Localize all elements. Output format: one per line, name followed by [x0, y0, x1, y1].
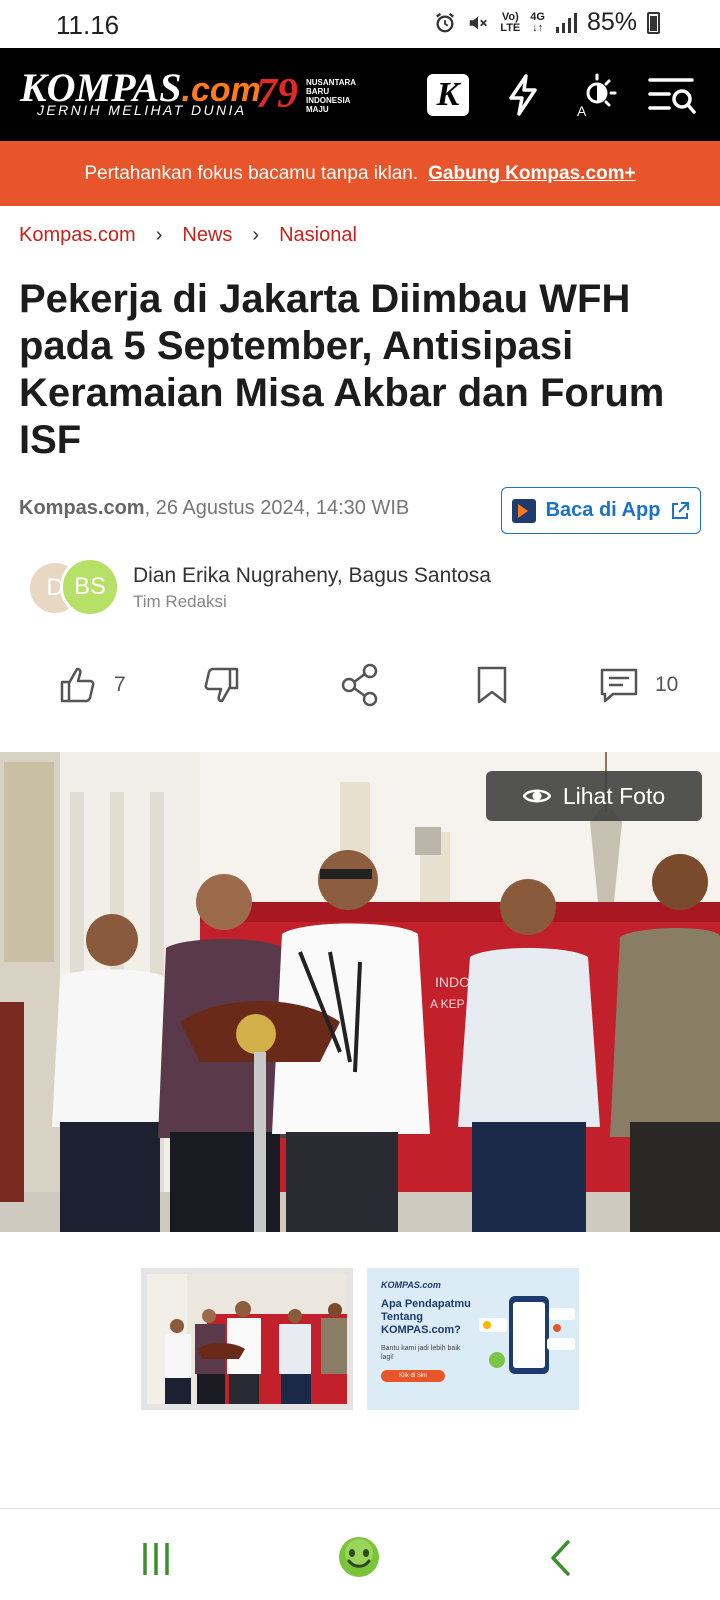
chevron-right-icon: ›: [252, 224, 260, 246]
author-names[interactable]: Dian Erika Nugraheny, Bagus Santosa: [133, 564, 491, 588]
alarm-icon: [436, 12, 455, 32]
ad-cta-button[interactable]: Klik di Sini: [381, 1370, 445, 1382]
article-date: , 26 Agustus 2024, 14:30 WIB: [144, 497, 410, 519]
breadcrumb-item-home[interactable]: Kompas.com: [19, 224, 136, 247]
breadcrumb: Kompas.com › News › Nasional: [19, 224, 357, 247]
article-title: Pekerja di Jakarta Diimbau WFH pada 5 Se…: [19, 277, 665, 462]
anniversary-text: NUSANTARA BARU INDONESIA MAJU: [306, 78, 357, 114]
home-smiley-icon[interactable]: [337, 1535, 381, 1579]
back-icon[interactable]: [548, 1539, 574, 1577]
anniversary-logo: 79: [256, 71, 298, 117]
article-meta: Kompas.com, 26 Agustus 2024, 14:30 WIB: [19, 497, 409, 520]
brightness-font-icon: A: [577, 73, 617, 118]
external-link-icon: [672, 501, 690, 519]
eye-icon: [522, 789, 551, 803]
comment-icon: [600, 668, 638, 703]
press-conference-photo: INDO A KEP: [0, 752, 720, 1232]
battery-percent: 85%: [586, 8, 637, 36]
recent-apps-icon[interactable]: [141, 1541, 171, 1577]
volte-indicator: Vo) LTE: [500, 10, 521, 34]
kompas-plus-button[interactable]: K: [418, 48, 478, 141]
read-in-app-button[interactable]: Baca di App: [501, 487, 701, 534]
mute-icon: [470, 16, 488, 29]
share-icon: [341, 663, 378, 707]
article-source: Kompas.com: [19, 497, 145, 519]
dislike-button[interactable]: [201, 660, 241, 710]
flash-news-button[interactable]: [493, 48, 553, 141]
promo-text: Pertahankan fokus bacamu tanpa iklan.: [84, 162, 419, 184]
photo-thumbnail[interactable]: [141, 1268, 353, 1410]
status-bar: 11.16 Vo) LTE 4G ↓↑ 85%: [0, 0, 720, 48]
ad-brand: KOMPAS.com: [381, 1280, 441, 1290]
view-photo-button[interactable]: Lihat Foto: [486, 771, 702, 821]
k-badge-icon: K: [427, 73, 469, 116]
chevron-right-icon: ›: [155, 224, 163, 246]
ad-subtext: Bantu kami jadi lebih baik lagi!: [381, 1345, 461, 1361]
signal-icon: [555, 12, 577, 33]
kompas-app-icon: [511, 498, 536, 523]
phone-survey-illustration: [479, 1296, 575, 1374]
bookmark-button[interactable]: [474, 660, 510, 710]
author-avatar-2[interactable]: BS: [60, 557, 120, 617]
press-conference-thumbnail: [147, 1274, 347, 1404]
survey-ad-thumbnail[interactable]: KOMPAS.com Apa Pendapatmu Tentang KOMPAS…: [367, 1268, 579, 1410]
breadcrumb-item-nasional[interactable]: Nasional: [279, 224, 357, 247]
battery-icon: [647, 11, 660, 34]
share-button[interactable]: [340, 660, 380, 710]
menu-search-button[interactable]: [642, 48, 702, 141]
site-header: KOMPAS.com JERNIH MELIHAT DUNIA 79 NUSAN…: [0, 48, 720, 141]
join-kompas-plus-link[interactable]: Gabung Kompas.com+: [428, 163, 635, 185]
status-icons: Vo) LTE 4G ↓↑ 85%: [434, 8, 660, 37]
thumbs-up-icon: [60, 667, 95, 703]
svg-text:A KEP: A KEP: [430, 997, 465, 1011]
svg-text:INDO: INDO: [435, 974, 470, 990]
promo-banner: Pertahankan fokus bacamu tanpa iklan. Ga…: [0, 141, 720, 206]
comment-button[interactable]: 10: [599, 660, 678, 710]
bookmark-icon: [477, 666, 507, 704]
read-in-app-label: Baca di App: [545, 499, 661, 521]
display-mode-button[interactable]: A: [566, 48, 626, 141]
system-nav-bar: [0, 1508, 720, 1600]
article-hero-photo[interactable]: INDO A KEP: [0, 752, 720, 1232]
lightning-icon: [509, 73, 537, 116]
svg-text:A: A: [577, 103, 587, 118]
comment-count: 10: [655, 673, 679, 696]
like-button[interactable]: 7: [58, 660, 126, 710]
like-count: 7: [114, 673, 126, 696]
logo-tagline: JERNIH MELIHAT DUNIA: [37, 102, 247, 118]
author-team: Tim Redaksi: [133, 592, 227, 611]
menu-search-icon: [648, 77, 696, 114]
thumbs-down-icon: [204, 667, 239, 703]
view-photo-label: Lihat Foto: [562, 782, 666, 809]
breadcrumb-item-news[interactable]: News: [182, 224, 232, 247]
ad-headline: Apa Pendapatmu Tentang KOMPAS.com?: [381, 1298, 471, 1336]
status-time: 11.16: [56, 10, 120, 40]
network-type-indicator: 4G ↓↑: [530, 10, 545, 34]
